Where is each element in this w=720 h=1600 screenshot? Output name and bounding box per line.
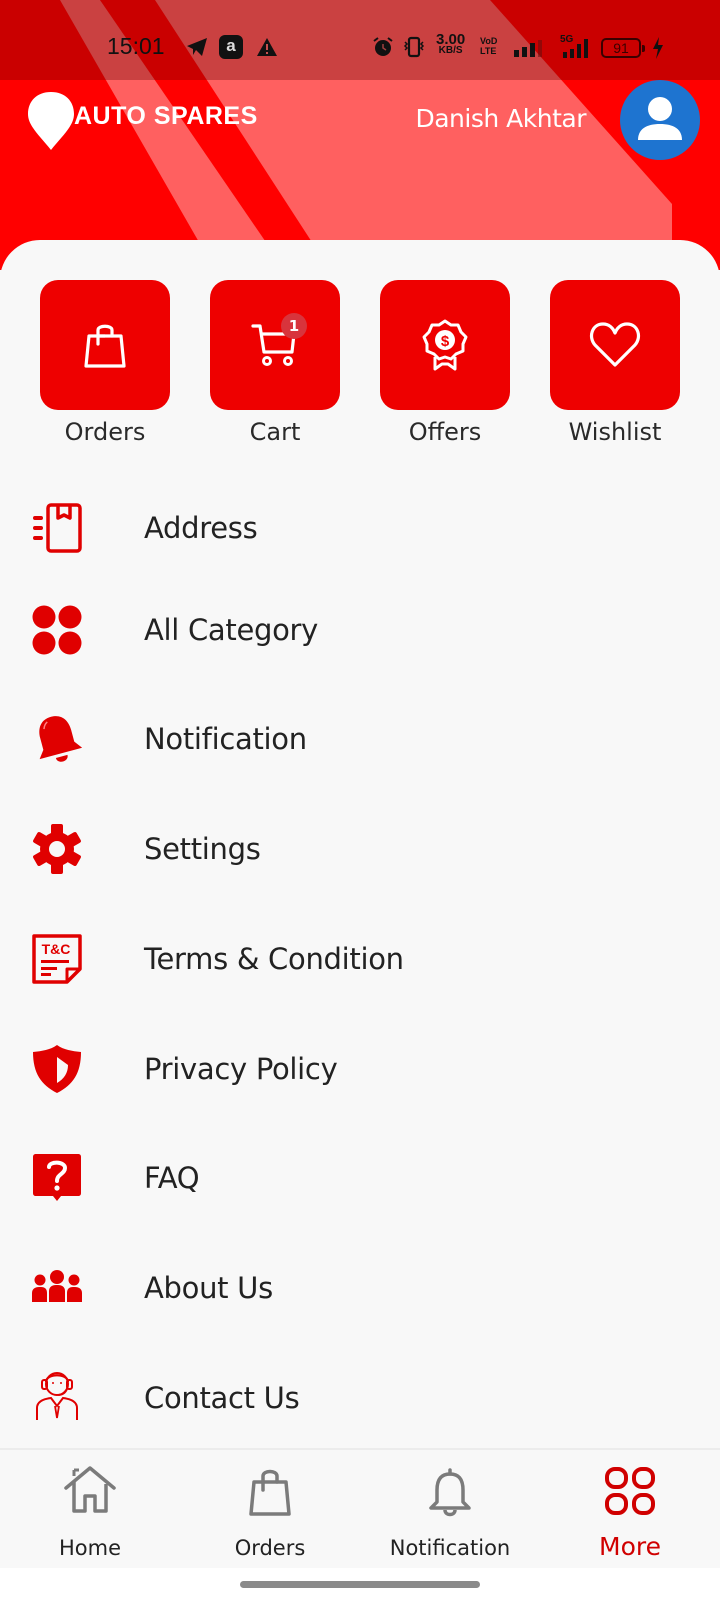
address-icon	[30, 501, 84, 555]
quick-action-label: Orders	[64, 418, 146, 446]
menu-item-label: Notification	[144, 722, 307, 756]
user-name[interactable]: Danish Akhtar	[415, 104, 586, 133]
location-pin-icon	[28, 92, 74, 150]
quick-action-label: Offers	[408, 418, 482, 446]
home-icon	[64, 1466, 116, 1518]
quick-action-wishlist[interactable]: Wishlist	[550, 280, 680, 446]
signal-icon-sim2	[562, 39, 590, 63]
menu-item-label: Privacy Policy	[144, 1052, 338, 1086]
menu-item-label: Terms & Condition	[144, 942, 404, 976]
warning-icon	[256, 37, 278, 61]
faq-icon	[30, 1151, 84, 1205]
quick-action-label: Wishlist	[568, 418, 662, 446]
grid-icon	[604, 1466, 656, 1520]
offers-tile[interactable]: $	[380, 280, 510, 410]
bottom-navigation: Home Orders Notification More	[0, 1448, 720, 1568]
network-speed: 3.00 KB/S	[436, 31, 466, 56]
shield-icon	[30, 1042, 84, 1096]
menu-item-label: All Category	[144, 613, 319, 647]
brand-name: AUTO SPARES	[74, 102, 258, 130]
nav-label: Home	[58, 1536, 121, 1560]
status-bar: 15:01 a 3.00 KB/S VoD LTE 5G 91	[0, 0, 720, 80]
menu-item-about-us[interactable]: About Us	[0, 1232, 720, 1344]
bell-icon	[30, 712, 84, 766]
quick-action-cart[interactable]: 1 Cart	[210, 280, 340, 446]
nav-notification[interactable]: Notification	[360, 1450, 540, 1570]
nav-label: Notification	[389, 1536, 511, 1560]
shopping-bag-icon	[84, 324, 126, 368]
signal-icon-sim1	[512, 40, 546, 62]
offer-badge-icon: $	[422, 319, 468, 371]
battery-indicator: 91	[601, 38, 645, 58]
nav-label: More	[599, 1532, 661, 1561]
svg-text:T&C: T&C	[42, 941, 71, 957]
telegram-icon	[186, 37, 208, 61]
menu-item-label: Address	[144, 511, 258, 545]
team-icon	[30, 1261, 84, 1315]
menu-item-all-category[interactable]: All Category	[0, 574, 720, 686]
vibrate-icon	[402, 36, 426, 62]
cart-count-badge: 1	[281, 313, 307, 339]
avatar[interactable]	[620, 80, 700, 160]
orders-tile[interactable]	[40, 280, 170, 410]
menu-item-contact-us[interactable]: Contact Us	[0, 1342, 720, 1454]
volte-indicator: VoD LTE	[480, 36, 498, 56]
wishlist-tile[interactable]	[550, 280, 680, 410]
quick-action-orders[interactable]: Orders	[40, 280, 170, 446]
menu-item-notification[interactable]: Notification	[0, 683, 720, 795]
menu-item-label: FAQ	[144, 1161, 200, 1195]
menu-item-privacy-policy[interactable]: Privacy Policy	[0, 1013, 720, 1125]
nav-home[interactable]: Home	[0, 1450, 180, 1570]
svg-text:$: $	[441, 333, 450, 350]
quick-action-label: Cart	[249, 418, 301, 446]
status-time: 15:01	[107, 33, 165, 59]
terms-icon: T&C	[30, 932, 84, 986]
gear-icon	[30, 822, 84, 876]
shopping-bag-icon	[248, 1466, 292, 1522]
amazon-app-icon: a	[219, 35, 243, 59]
alarm-icon	[372, 36, 394, 62]
nav-more[interactable]: More	[540, 1450, 720, 1570]
menu-item-label: Contact Us	[144, 1381, 300, 1415]
category-icon	[30, 603, 84, 657]
user-icon	[638, 97, 682, 140]
support-agent-icon	[30, 1368, 84, 1422]
menu-item-address[interactable]: Address	[0, 472, 720, 584]
nav-label: Orders	[234, 1536, 306, 1560]
cart-tile[interactable]: 1	[210, 280, 340, 410]
menu-item-faq[interactable]: FAQ	[0, 1122, 720, 1234]
bell-icon	[428, 1466, 472, 1522]
menu-item-terms[interactable]: T&C Terms & Condition	[0, 903, 720, 1015]
quick-action-offers[interactable]: $ Offers	[380, 280, 510, 446]
nav-orders[interactable]: Orders	[180, 1450, 360, 1570]
home-indicator[interactable]	[240, 1581, 480, 1588]
charging-icon	[652, 37, 664, 63]
heart-icon	[589, 322, 641, 367]
menu-item-label: About Us	[144, 1271, 273, 1305]
menu-item-settings[interactable]: Settings	[0, 793, 720, 905]
menu-item-label: Settings	[144, 832, 261, 866]
brand-logo[interactable]: AUTO SPARES	[26, 90, 257, 150]
